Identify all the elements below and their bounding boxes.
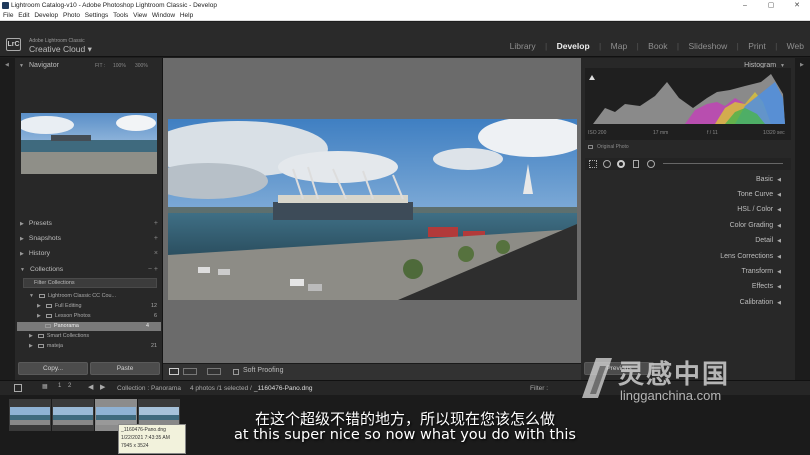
- histogram[interactable]: ISO 200 17 mm f / 11 1/320 sec: [585, 68, 791, 140]
- menu-photo[interactable]: Photo: [63, 11, 80, 21]
- module-library[interactable]: Library: [510, 41, 536, 51]
- window-title-bar: Lightroom Catalog-v10 - Adobe Photoshop …: [0, 0, 810, 11]
- module-picker: Library | Develop | Map | Book | Slidesh…: [509, 41, 804, 51]
- navigator-preview-image: [21, 113, 157, 174]
- hsl-color-panel-header[interactable]: HSL / Color ◀: [737, 206, 781, 213]
- module-web[interactable]: Web: [787, 41, 804, 51]
- main-window-icon[interactable]: [14, 384, 22, 392]
- focal-length-readout: 17 mm: [653, 130, 669, 136]
- menu-tools[interactable]: Tools: [113, 11, 128, 21]
- close-button[interactable]: ✕: [784, 0, 810, 11]
- presets-panel-header[interactable]: ▶ Presets +: [20, 218, 160, 230]
- identity-plate-bar: LrC Adobe Lightroom Classic Creative Clo…: [0, 22, 810, 57]
- collection-source-label[interactable]: Collection : Panorama: [117, 385, 181, 392]
- module-print[interactable]: Print: [748, 41, 765, 51]
- loupe-view-icon[interactable]: [169, 368, 179, 375]
- aperture-readout: f / 11: [707, 130, 718, 136]
- crop-tool-icon[interactable]: [589, 160, 597, 168]
- maximize-button[interactable]: ▢: [758, 0, 784, 11]
- watermark-cn: 灵感中国: [618, 359, 731, 389]
- window-title: Lightroom Catalog-v10 - Adobe Photoshop …: [11, 2, 217, 9]
- back-arrow-icon[interactable]: ◀: [88, 383, 93, 391]
- lens-corrections-panel-header[interactable]: Lens Corrections ◀: [720, 253, 781, 260]
- selected-file-name: _1160476-Pano.dng: [254, 385, 313, 392]
- forward-arrow-icon[interactable]: ▶: [100, 383, 105, 391]
- transform-panel-header[interactable]: Transform ◀: [742, 268, 782, 275]
- collections-panel-header[interactable]: ▼ Collections − +: [20, 264, 160, 276]
- lrc-logo: LrC: [6, 38, 21, 51]
- page-two-label[interactable]: 2: [68, 383, 71, 389]
- red-eye-tool-icon[interactable]: [617, 160, 625, 168]
- iso-readout: ISO 200: [588, 130, 607, 136]
- zoom-100[interactable]: 100%: [113, 63, 126, 69]
- watermark-logo-icon: [582, 358, 612, 398]
- site-watermark: 灵感中国 lingganchina.com: [578, 352, 788, 410]
- filter-collections-input[interactable]: Filter Collections: [23, 278, 157, 288]
- left-panel: ▼ Navigator FIT : 100% 300% ▶ Presets + ▶ Sn…: [15, 58, 163, 380]
- subtitle-chinese: 在这个超级不错的地方，所以现在您该怎么做: [254, 411, 555, 428]
- menu-edit[interactable]: Edit: [18, 11, 29, 21]
- detail-panel-header[interactable]: Detail ◀: [755, 237, 781, 244]
- collection-item[interactable]: ▶ Full Editing 12: [37, 302, 157, 311]
- zoom-300[interactable]: 300%: [135, 63, 148, 69]
- subtitle-english: at this super nice so now what you do wi…: [234, 427, 576, 443]
- right-panel-toggle-strip[interactable]: ▶: [795, 58, 810, 380]
- module-map[interactable]: Map: [611, 41, 628, 51]
- smart-collections-set[interactable]: ▶ Smart Collections: [29, 332, 157, 341]
- original-photo-label: Original Photo: [597, 144, 629, 150]
- menu-settings[interactable]: Settings: [85, 11, 109, 21]
- copy-settings-button[interactable]: Copy...: [18, 362, 88, 375]
- panorama-photo: [168, 119, 577, 300]
- menu-help[interactable]: Help: [180, 11, 193, 21]
- original-photo-checkbox[interactable]: [588, 145, 593, 149]
- menu-bar: File Edit Develop Photo Settings Tools V…: [0, 11, 810, 21]
- filter-label[interactable]: Filter :: [530, 385, 548, 392]
- collection-item-selected[interactable]: Panorama 4: [17, 322, 161, 331]
- minimize-button[interactable]: –: [732, 0, 758, 11]
- menu-view[interactable]: View: [133, 11, 147, 21]
- healing-tool-icon[interactable]: [603, 160, 611, 168]
- module-develop[interactable]: Develop: [557, 41, 590, 51]
- selection-info: 4 photos /1 selected /: [190, 385, 252, 392]
- photo-canvas[interactable]: [163, 58, 581, 363]
- module-slideshow[interactable]: Slideshow: [689, 41, 728, 51]
- left-panel-toggle-strip[interactable]: ◀: [0, 58, 15, 380]
- gradient-filter-icon[interactable]: [633, 160, 639, 168]
- watermark-en: lingganchina.com: [620, 388, 722, 403]
- radial-filter-icon[interactable]: [647, 160, 655, 168]
- before-after-split-icon[interactable]: [207, 368, 221, 375]
- zoom-fit[interactable]: FIT :: [95, 63, 105, 69]
- shutter-readout: 1/320 sec: [763, 130, 785, 136]
- lightroom-app-icon: [2, 2, 9, 9]
- navigator-preview[interactable]: [21, 113, 157, 174]
- history-panel-header[interactable]: ▶ History ×: [20, 248, 160, 260]
- before-after-icon[interactable]: [183, 368, 197, 375]
- tone-curve-panel-header[interactable]: Tone Curve ◀: [737, 191, 781, 198]
- effects-panel-header[interactable]: Effects ◀: [752, 283, 781, 290]
- menu-file[interactable]: File: [3, 11, 13, 21]
- module-book[interactable]: Book: [648, 41, 667, 51]
- develop-toolbar: Soft Proofing: [163, 363, 581, 380]
- page-one-label[interactable]: 1: [58, 383, 61, 389]
- color-grading-panel-header[interactable]: Color Grading ◀: [730, 222, 781, 229]
- navigator-header[interactable]: ▼ Navigator: [19, 62, 59, 69]
- histogram-graph: [589, 74, 785, 124]
- brush-slider[interactable]: [663, 163, 783, 164]
- soft-proofing-label: Soft Proofing: [243, 367, 284, 374]
- collection-item[interactable]: ▶ Lesson Photos 6: [37, 312, 157, 321]
- basic-panel-header[interactable]: Basic ◀: [756, 176, 781, 183]
- soft-proofing-checkbox[interactable]: [233, 369, 239, 375]
- identity-title[interactable]: Creative Cloud ▾: [29, 44, 92, 55]
- paste-settings-button[interactable]: Paste: [90, 362, 160, 375]
- snapshots-panel-header[interactable]: ▶ Snapshots +: [20, 233, 160, 245]
- menu-develop[interactable]: Develop: [34, 11, 58, 21]
- menu-window[interactable]: Window: [152, 11, 175, 21]
- tooltip-dimensions: 7945 x 3524: [121, 443, 149, 449]
- grid-view-icon[interactable]: ▦: [42, 383, 48, 390]
- right-panel: Histogram ▼ ISO 200 17 mm f / 11 1/320 se…: [581, 58, 795, 380]
- tool-strip: [585, 158, 791, 170]
- collection-set[interactable]: ▶ mateja 21: [29, 342, 157, 351]
- collection-set[interactable]: ▼ Lightroom Classic CC Cou...: [29, 292, 157, 301]
- calibration-panel-header[interactable]: Calibration ◀: [740, 299, 781, 306]
